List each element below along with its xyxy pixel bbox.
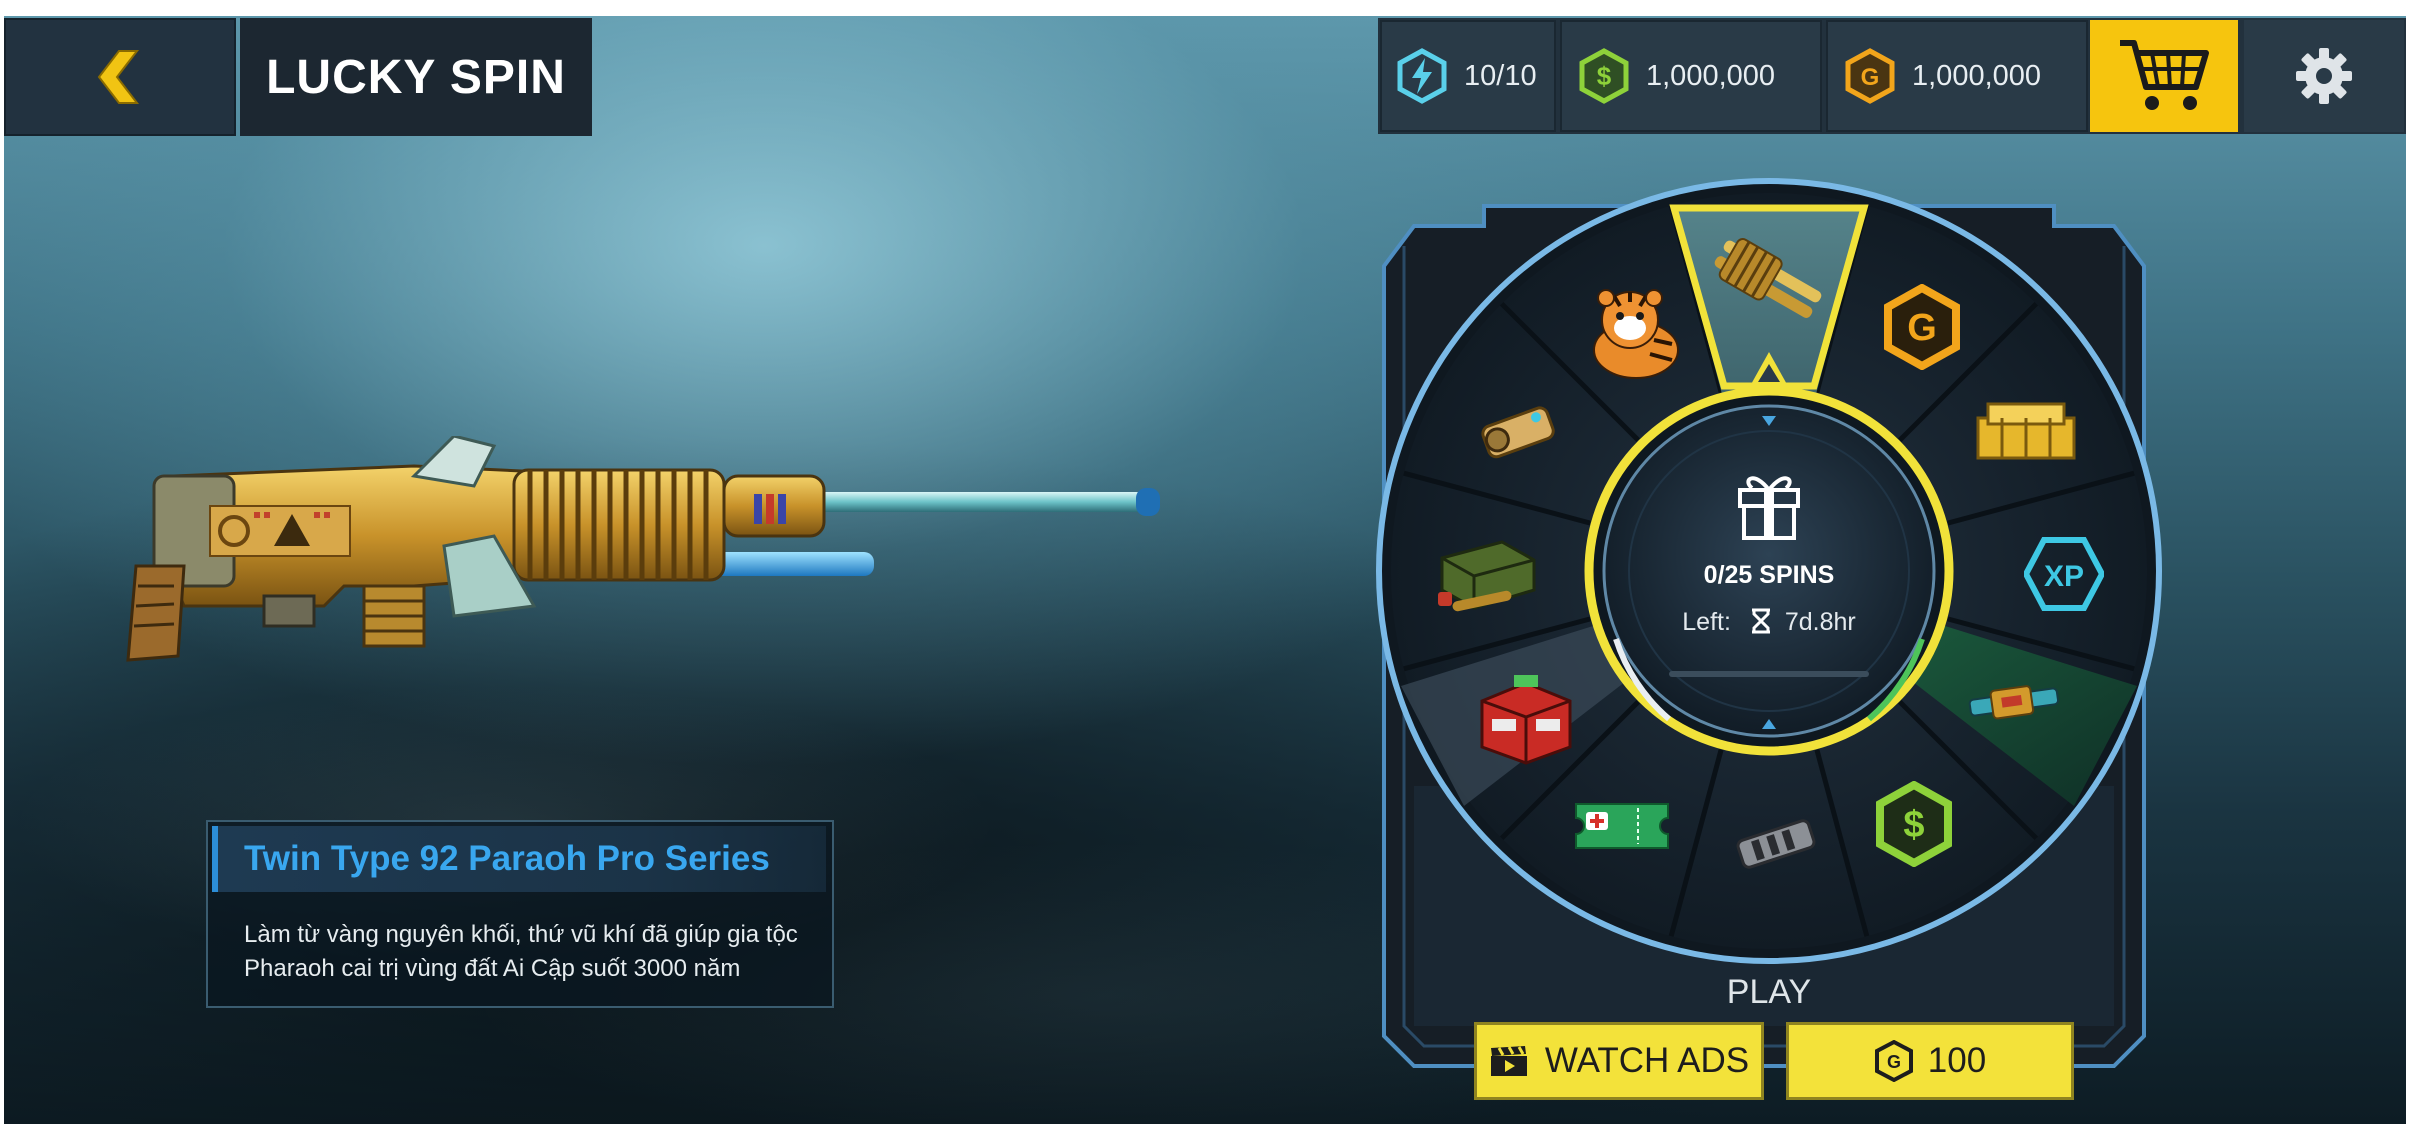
gold-counter[interactable]: G 1,000,000: [1826, 20, 2088, 132]
weapon-skin-icon[interactable]: [1966, 678, 2062, 728]
watch-ads-label: WATCH ADS: [1544, 1041, 1750, 1080]
page-title-box: LUCKY SPIN: [240, 18, 592, 136]
play-label: PLAY: [1726, 973, 1812, 1011]
spin-with-gold-button[interactable]: G 100: [1786, 1022, 2074, 1100]
gear-icon: [2296, 48, 2352, 104]
item-description: Làm từ vàng nguyên khối, thứ vũ khí đã g…: [244, 921, 798, 982]
scope-attachment-icon[interactable]: [1474, 392, 1564, 472]
repair-kit-ticket-icon[interactable]: [1572, 798, 1672, 854]
cart-icon: [2120, 40, 2209, 110]
chevron-left-icon: [97, 50, 140, 104]
back-button[interactable]: [4, 18, 236, 136]
svg-text:G: G: [1907, 307, 1937, 349]
silver-value: 1,000,000: [1646, 59, 1776, 92]
resource-bar: 10/10 $ 1,000,000 G 1,000,000: [1378, 18, 2406, 134]
golden-twin-gun-icon[interactable]: [1702, 226, 1832, 336]
spin-cost-label: 100: [1927, 1041, 1987, 1080]
spins-counter: 0/25 SPINS: [1703, 561, 1835, 589]
watch-ads-button[interactable]: WATCH ADS: [1474, 1022, 1764, 1100]
svg-text:G: G: [1861, 64, 1880, 91]
gold-value: 1,000,000: [1912, 59, 2042, 92]
time-left-row: Left: 7d.8hr: [1374, 608, 2164, 637]
settings-button[interactable]: [2244, 20, 2404, 132]
tiger-pet-icon[interactable]: [1584, 284, 1688, 384]
svg-text:$: $: [1597, 61, 1612, 91]
lightning-icon: [1397, 48, 1447, 104]
silver-counter[interactable]: $ 1,000,000: [1560, 20, 1822, 132]
silver-coin-icon: $: [1579, 48, 1629, 104]
silver-coin-reward-icon[interactable]: $: [1874, 781, 1954, 867]
muzzle-brake-icon[interactable]: [1731, 812, 1821, 876]
gold-coin-icon: G: [1845, 48, 1895, 104]
svg-text:G: G: [1887, 1052, 1901, 1072]
golden-machine-gun-image: [126, 436, 1160, 662]
energy-value: 10/10: [1464, 59, 1537, 92]
lucky-spin-wheel-panel: G XP $ 0/25 SPINS Left: 7d.8hr PLAY WATC…: [1374, 166, 2164, 1100]
page-title: LUCKY SPIN: [266, 50, 566, 104]
gold-coin-reward-icon[interactable]: G: [1882, 284, 1962, 370]
gold-crates-icon[interactable]: [1974, 398, 2078, 468]
svg-text:$: $: [1903, 804, 1924, 846]
red-supply-box-icon[interactable]: [1474, 671, 1578, 767]
shop-cart-button[interactable]: [2090, 20, 2238, 132]
energy-counter[interactable]: 10/10: [1380, 20, 1556, 132]
item-name-bar: Twin Type 92 Paraoh Pro Series: [212, 826, 826, 892]
clapperboard-icon: [1490, 1046, 1527, 1076]
time-left-label: Left:: [1682, 608, 1731, 636]
hourglass-icon: [1751, 608, 1770, 634]
gift-icon: [1738, 476, 1800, 540]
item-name: Twin Type 92 Paraoh Pro Series: [244, 839, 770, 878]
item-info-card: Twin Type 92 Paraoh Pro Series Làm từ và…: [206, 820, 834, 1008]
game-screen: LUCKY SPIN 10/10 $ 1,000,000 G 1,000,000: [4, 16, 2406, 1124]
time-left-value: 7d.8hr: [1784, 608, 1856, 636]
gold-coin-icon: G: [1874, 1040, 1913, 1082]
